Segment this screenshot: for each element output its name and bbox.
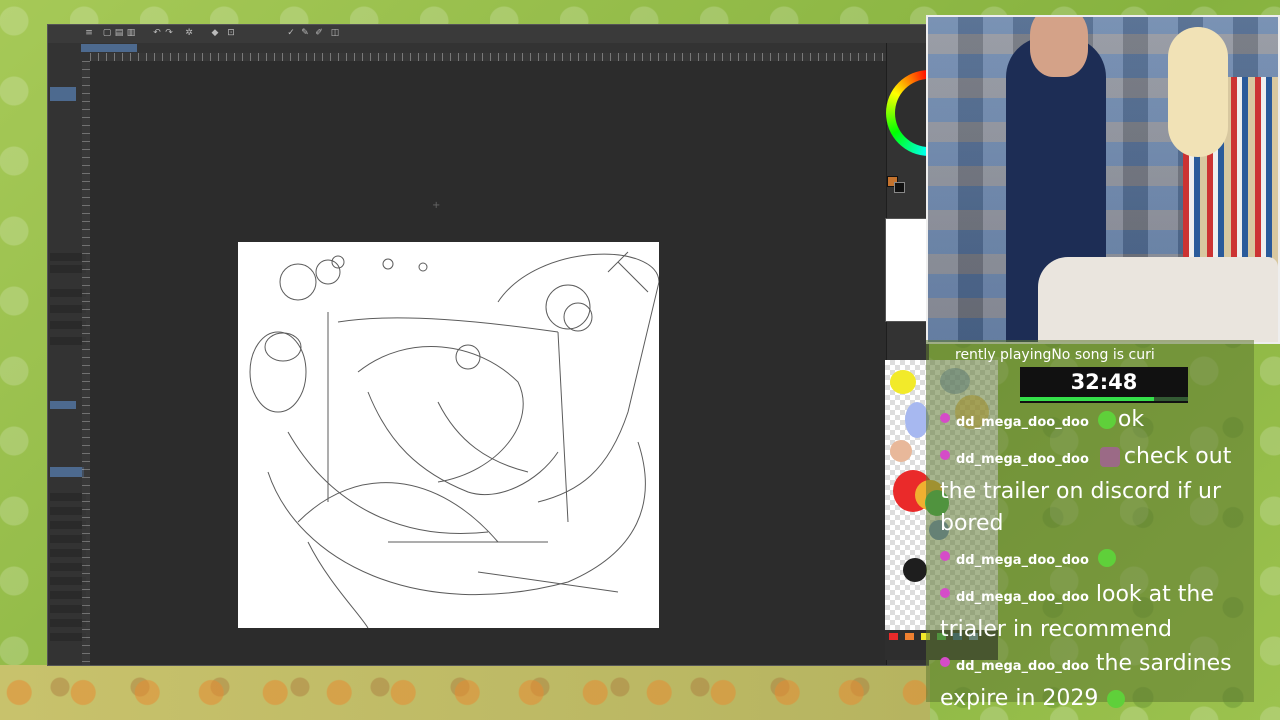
chat-message: dd_mega_doo_doo bbox=[940, 542, 1250, 577]
green-blob-emote-icon bbox=[1107, 690, 1126, 708]
green-blob-emote-icon bbox=[1097, 411, 1116, 429]
subtool-row[interactable] bbox=[50, 535, 86, 543]
horizontal-ruler bbox=[90, 53, 886, 61]
property-row[interactable] bbox=[50, 337, 86, 345]
pencil-icon[interactable]: ✐ bbox=[314, 28, 324, 38]
undo-icon[interactable]: ↶ bbox=[152, 28, 162, 38]
property-row[interactable] bbox=[50, 321, 86, 329]
chat-message: dd_mega_doo_doo look at the trialer in r… bbox=[940, 579, 1250, 646]
chat-message: dd_mega_doo_doo the sardines expire in 2… bbox=[940, 648, 1250, 715]
new-file-icon[interactable]: ▢ bbox=[102, 28, 112, 38]
subtool-row[interactable] bbox=[50, 605, 86, 613]
canvas-tab-bar bbox=[48, 43, 928, 53]
sketch-drawing bbox=[249, 251, 660, 629]
redo-icon[interactable]: ↷ bbox=[164, 28, 174, 38]
chat-username: dd_mega_doo_doo bbox=[956, 659, 1089, 674]
subtool-row[interactable] bbox=[50, 521, 86, 529]
chat-message: dd_mega_doo_doo check out the trailer on… bbox=[940, 441, 1250, 540]
stream-timer: 32:48 bbox=[1020, 367, 1188, 403]
property-row[interactable] bbox=[50, 253, 86, 261]
background-color-swatch[interactable] bbox=[894, 182, 905, 193]
ruler-tool-icon[interactable]: ◫ bbox=[330, 28, 340, 38]
chat-username: dd_mega_doo_doo bbox=[956, 590, 1089, 605]
open-icon[interactable]: ▤ bbox=[114, 28, 124, 38]
stream-background-border bbox=[0, 665, 930, 720]
subscriber-badge-icon bbox=[940, 551, 950, 561]
save-icon[interactable]: ▥ bbox=[126, 28, 136, 38]
selected-subtool[interactable] bbox=[50, 467, 84, 477]
timer-progress-fill bbox=[1020, 397, 1155, 401]
crosshair-cursor-icon: + bbox=[432, 200, 441, 211]
chat-message: dd_mega_doo_doo ok bbox=[940, 404, 1250, 439]
subscriber-badge-icon bbox=[940, 657, 950, 667]
webcam-person-head bbox=[1030, 17, 1088, 77]
canvas-tab[interactable] bbox=[81, 44, 137, 52]
subtool-row[interactable] bbox=[50, 507, 86, 515]
transform-icon[interactable]: ⊡ bbox=[226, 28, 236, 38]
vertical-ruler bbox=[82, 61, 90, 665]
subtool-row[interactable] bbox=[50, 549, 86, 557]
menu-icon[interactable]: ≡ bbox=[84, 28, 94, 38]
webcam-feed bbox=[926, 15, 1280, 344]
color-wheel[interactable] bbox=[886, 70, 930, 170]
subscriber-badge-icon bbox=[940, 450, 950, 460]
property-row[interactable] bbox=[50, 289, 86, 297]
chat-username: dd_mega_doo_doo bbox=[956, 415, 1089, 430]
property-row[interactable] bbox=[50, 305, 86, 313]
subscriber-badge-icon bbox=[940, 413, 950, 423]
face-emote-icon bbox=[1099, 447, 1120, 467]
selected-property[interactable] bbox=[50, 401, 76, 409]
navigator-thumbnail[interactable] bbox=[885, 218, 929, 322]
webcam-plush-toy bbox=[1168, 27, 1228, 157]
subtool-row[interactable] bbox=[50, 493, 86, 501]
subtool-row[interactable] bbox=[50, 591, 86, 599]
property-row[interactable] bbox=[50, 265, 86, 273]
green-blob-emote-icon bbox=[1097, 549, 1116, 567]
now-playing-ticker: rently playingNo song is curi bbox=[955, 347, 1155, 363]
timer-progress-bar bbox=[1020, 397, 1188, 401]
palette-color[interactable] bbox=[903, 558, 927, 582]
quick-swatch[interactable] bbox=[905, 633, 914, 640]
subscriber-badge-icon bbox=[940, 588, 950, 598]
chat-username: dd_mega_doo_doo bbox=[956, 452, 1089, 467]
fill-icon[interactable]: ◆ bbox=[210, 28, 220, 38]
palette-color[interactable] bbox=[890, 440, 912, 462]
check-icon[interactable]: ✓ bbox=[286, 28, 296, 38]
command-bar: ≡ ▢ ▤ ▥ ↶ ↷ ✲ ◆ ⊡ ✓ ✎ ✐ ◫ bbox=[48, 25, 928, 44]
quick-swatch[interactable] bbox=[889, 633, 898, 640]
webcam-chair bbox=[1038, 257, 1278, 342]
chat-username: dd_mega_doo_doo bbox=[956, 553, 1089, 568]
pen-icon[interactable]: ✎ bbox=[300, 28, 310, 38]
drawing-app-window: ≡ ▢ ▤ ▥ ↶ ↷ ✲ ◆ ⊡ ✓ ✎ ✐ ◫ + bbox=[47, 24, 929, 666]
canvas-area[interactable]: + bbox=[90, 61, 886, 665]
subtool-row[interactable] bbox=[50, 633, 86, 641]
chat-panel: dd_mega_doo_doo ok dd_mega_doo_doo check… bbox=[940, 404, 1250, 711]
palette-color[interactable] bbox=[890, 370, 916, 394]
drawing-canvas[interactable] bbox=[238, 242, 660, 629]
clear-icon[interactable]: ✲ bbox=[184, 28, 194, 38]
subtool-row[interactable] bbox=[50, 563, 86, 571]
subtool-row[interactable] bbox=[50, 619, 86, 627]
selected-tool[interactable] bbox=[50, 87, 76, 101]
timer-text: 32:48 bbox=[1070, 370, 1138, 394]
subtool-row[interactable] bbox=[50, 577, 86, 585]
chat-text: ok bbox=[1117, 407, 1145, 432]
